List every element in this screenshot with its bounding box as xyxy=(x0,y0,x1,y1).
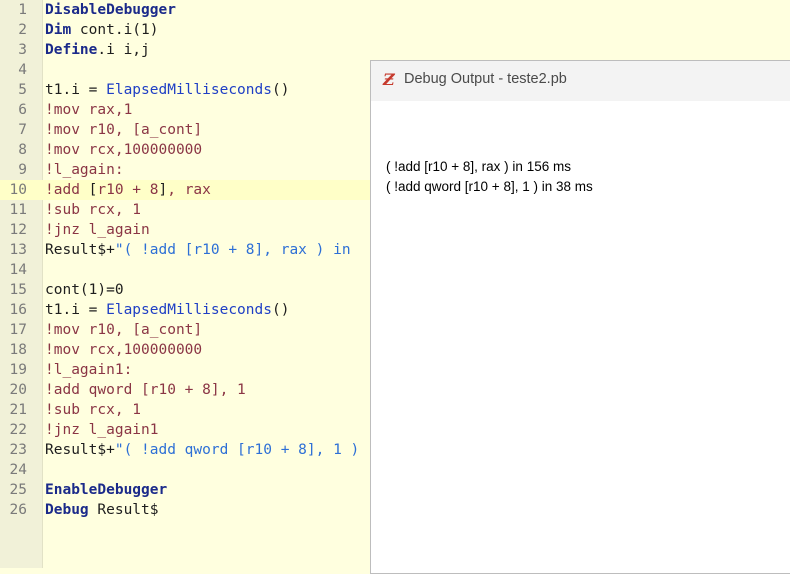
code-text[interactable]: !mov r10, [a_cont] xyxy=(45,120,202,140)
code-text[interactable]: !mov rcx,100000000 xyxy=(45,340,202,360)
code-token: t1.i = xyxy=(45,302,107,318)
line-number: 24 xyxy=(9,462,27,478)
code-token: cont(1)=0 xyxy=(45,282,124,298)
line-number: 22 xyxy=(9,422,27,438)
line-number: 11 xyxy=(9,202,27,218)
code-token: !mov rcx,100000000 xyxy=(45,142,203,158)
code-line[interactable]: 2 Dim cont.i(1) xyxy=(0,20,790,40)
line-number: 6 xyxy=(18,102,27,118)
line-number: 5 xyxy=(18,82,27,98)
code-text[interactable]: !add qword [r10 + 8], 1 xyxy=(45,380,246,400)
line-number: 20 xyxy=(9,382,27,398)
debug-output-titlebar[interactable]: Ƶ Debug Output - teste2.pb xyxy=(371,61,790,101)
code-token: Debug xyxy=(45,502,89,518)
code-token: DisableDebugger xyxy=(45,2,176,18)
code-token: , rax xyxy=(167,182,211,198)
code-token: Result$+ xyxy=(45,242,115,258)
code-token: Result$ xyxy=(88,502,159,518)
line-number: 9 xyxy=(18,162,27,178)
line-number: 13 xyxy=(9,242,27,258)
line-number: 18 xyxy=(9,342,27,358)
line-number: 21 xyxy=(9,402,27,418)
line-number: 8 xyxy=(18,142,27,158)
purebasic-logo-icon: Ƶ xyxy=(383,70,395,89)
code-line[interactable]: 1 DisableDebugger xyxy=(0,0,790,20)
code-token: Result$+ xyxy=(45,442,115,458)
code-token: r10 + 8 xyxy=(97,182,159,198)
line-number: 4 xyxy=(18,62,27,78)
code-text[interactable]: Debug Result$ xyxy=(45,500,159,520)
code-text[interactable]: Dim cont.i(1) xyxy=(45,20,159,40)
code-text[interactable]: !l_again: xyxy=(45,160,124,180)
code-text[interactable]: EnableDebugger xyxy=(45,480,167,500)
line-number: 3 xyxy=(18,42,27,58)
code-token: !l_again: xyxy=(45,162,124,178)
line-number: 23 xyxy=(9,442,27,458)
code-text[interactable]: !add [r10 + 8], rax xyxy=(45,180,211,200)
code-token: !jnz l_again1 xyxy=(45,422,159,438)
line-number: 1 xyxy=(18,2,27,18)
code-text[interactable]: Define.i i,j xyxy=(45,40,150,60)
line-number: 19 xyxy=(9,362,27,378)
code-token: !add xyxy=(45,182,89,198)
code-text[interactable]: Result$+"( !add qword [r10 + 8], 1 ) xyxy=(45,440,359,460)
code-token: !jnz l_again xyxy=(45,222,150,238)
line-number: 14 xyxy=(9,262,27,278)
code-text[interactable]: !mov r10, [a_cont] xyxy=(45,320,202,340)
code-token: ] xyxy=(158,182,168,198)
debug-output-line: ( !add qword [r10 + 8], 1 ) in 38 ms xyxy=(386,179,593,194)
code-token: t1.i = xyxy=(45,82,107,98)
code-line[interactable]: 3 Define.i i,j xyxy=(0,40,790,60)
code-token: ElapsedMilliseconds xyxy=(106,302,272,318)
debug-output-line: ( !add [r10 + 8], rax ) in 156 ms xyxy=(386,159,571,174)
code-token: "( !add qword [r10 + 8], 1 ) xyxy=(114,442,360,458)
line-number: 10 xyxy=(9,182,27,198)
code-text[interactable]: t1.i = ElapsedMilliseconds() xyxy=(45,300,289,320)
code-token: !add qword [r10 + 8], 1 xyxy=(45,382,246,398)
code-token: !mov r10, [a_cont] xyxy=(45,122,203,138)
line-number: 7 xyxy=(18,122,27,138)
line-number: 2 xyxy=(18,22,27,38)
code-token: () xyxy=(271,82,290,98)
code-token: "( !add [r10 + 8], rax ) in xyxy=(114,242,351,258)
line-number: 15 xyxy=(9,282,27,298)
code-text[interactable]: !l_again1: xyxy=(45,360,132,380)
code-text[interactable]: cont(1)=0 xyxy=(45,280,124,300)
code-token: !sub rcx, 1 xyxy=(45,402,142,418)
code-token: !mov rcx,100000000 xyxy=(45,342,203,358)
code-text[interactable]: !sub rcx, 1 xyxy=(45,200,141,220)
line-number: 26 xyxy=(9,502,27,518)
code-text[interactable]: t1.i = ElapsedMilliseconds() xyxy=(45,80,289,100)
line-number: 12 xyxy=(9,222,27,238)
code-text[interactable]: !mov rax,1 xyxy=(45,100,132,120)
line-number: 25 xyxy=(9,482,27,498)
code-text[interactable]: !sub rcx, 1 xyxy=(45,400,141,420)
code-token: !mov r10, [a_cont] xyxy=(45,322,203,338)
debug-output-window[interactable]: Ƶ Debug Output - teste2.pb ( !add [r10 +… xyxy=(370,60,790,574)
code-token: ElapsedMilliseconds xyxy=(106,82,272,98)
code-text[interactable]: !jnz l_again xyxy=(45,220,150,240)
code-text[interactable]: !mov rcx,100000000 xyxy=(45,140,202,160)
debug-output-title: Debug Output - teste2.pb xyxy=(404,71,567,87)
code-token: .i i,j xyxy=(97,42,150,58)
code-text[interactable]: Result$+"( !add [r10 + 8], rax ) in xyxy=(45,240,351,260)
code-token: Dim xyxy=(45,22,72,38)
code-token: EnableDebugger xyxy=(45,482,168,498)
line-number: 17 xyxy=(9,322,27,338)
code-text[interactable]: DisableDebugger xyxy=(45,0,176,20)
code-text[interactable]: !jnz l_again1 xyxy=(45,420,159,440)
line-number: 16 xyxy=(9,302,27,318)
code-token: cont.i(1) xyxy=(71,22,159,38)
code-token: !mov rax,1 xyxy=(45,102,133,118)
code-token: Define xyxy=(45,42,98,58)
code-token: () xyxy=(271,302,290,318)
code-token: !l_again1: xyxy=(45,362,133,378)
code-token: !sub rcx, 1 xyxy=(45,202,142,218)
